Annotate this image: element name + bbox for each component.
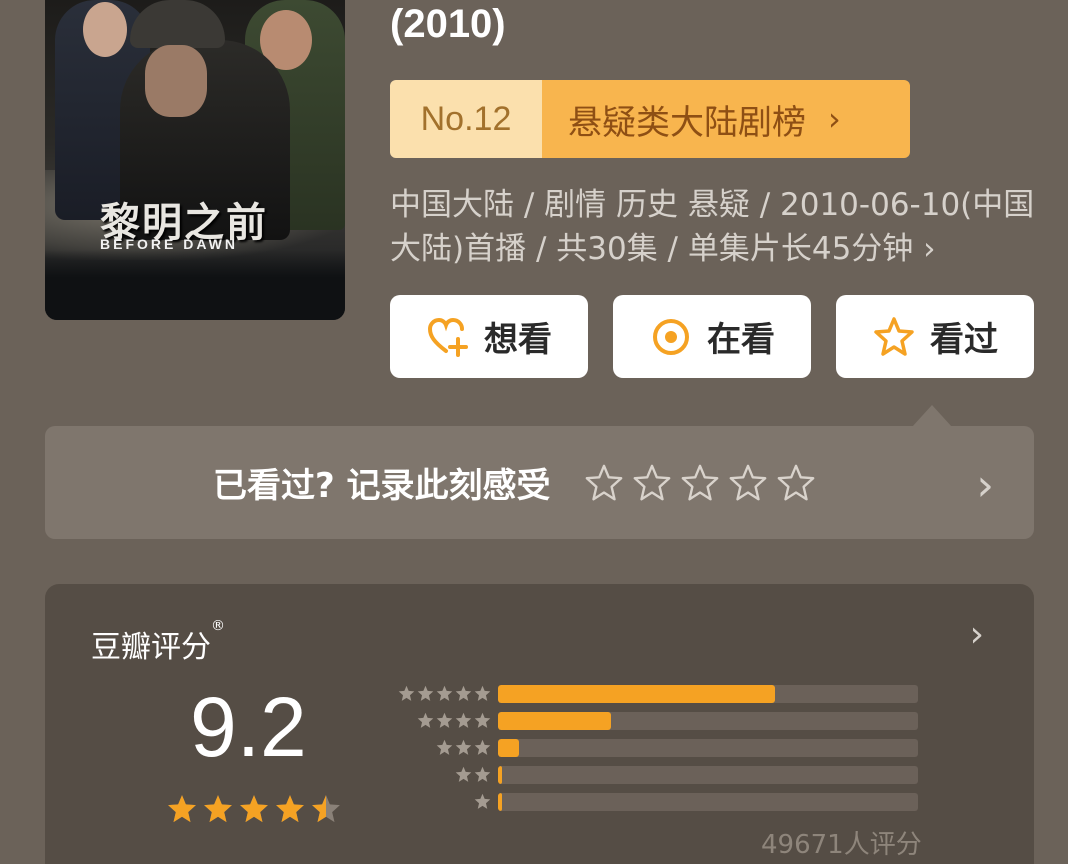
rating-count: 49671人评分 bbox=[761, 830, 922, 860]
star-filled-icon bbox=[417, 712, 434, 728]
poster-hat bbox=[130, 0, 225, 48]
star-outline-icon[interactable] bbox=[631, 462, 673, 504]
star-outline-icon[interactable] bbox=[775, 462, 817, 504]
rating-input-stars[interactable] bbox=[583, 462, 817, 504]
want-to-watch-label: 想看 bbox=[484, 320, 552, 360]
star-outline-icon bbox=[874, 316, 914, 356]
distribution-bar-fill bbox=[498, 765, 503, 784]
star-half-icon bbox=[312, 795, 340, 823]
star-filled-icon bbox=[240, 795, 268, 823]
star-filled-icon bbox=[474, 793, 491, 809]
distribution-row-stars bbox=[380, 711, 492, 730]
distribution-bar-track bbox=[498, 684, 918, 703]
distribution-row-stars bbox=[380, 765, 492, 784]
distribution-row-2-star bbox=[380, 765, 918, 784]
rating-score: 9.2 bbox=[190, 680, 307, 774]
star-filled-icon bbox=[474, 766, 491, 782]
poster-subtitle: BEFORE DAWN bbox=[100, 236, 238, 252]
star-filled-icon bbox=[398, 685, 415, 701]
distribution-bar-track bbox=[498, 738, 918, 757]
star-outline-icon[interactable] bbox=[583, 462, 625, 504]
star-filled-icon bbox=[417, 685, 434, 701]
watching-button[interactable]: 在看 bbox=[613, 295, 811, 378]
watched-button[interactable]: 看过 bbox=[836, 295, 1034, 378]
rating-card-title: 豆瓣评分® bbox=[91, 618, 225, 666]
rating-stars bbox=[165, 792, 343, 826]
record-feeling-text: 已看过? 记录此刻感受 bbox=[213, 466, 551, 506]
star-filled-icon bbox=[474, 712, 491, 728]
distribution-bar-track bbox=[498, 711, 918, 730]
distribution-bar-fill bbox=[498, 738, 519, 757]
distribution-row-4-star bbox=[380, 711, 918, 730]
distribution-bar-track bbox=[498, 792, 918, 811]
distribution-row-stars bbox=[380, 684, 492, 703]
distribution-row-1-star bbox=[380, 792, 918, 811]
ranking-number: No.12 bbox=[390, 80, 542, 158]
chevron-right-icon[interactable]: › bbox=[970, 614, 984, 655]
distribution-row-stars bbox=[380, 738, 492, 757]
target-icon bbox=[653, 318, 689, 355]
distribution-row-stars bbox=[380, 792, 492, 811]
star-filled-icon bbox=[276, 795, 304, 823]
record-feeling-bar[interactable]: 已看过? 记录此刻感受 › bbox=[45, 426, 1034, 539]
want-to-watch-button[interactable]: 想看 bbox=[390, 295, 588, 378]
star-filled-icon bbox=[474, 685, 491, 701]
heart-plus-icon bbox=[427, 317, 468, 357]
watching-label: 在看 bbox=[707, 320, 775, 360]
douban-rating-card[interactable]: 豆瓣评分® › 9.2 49671人评分 bbox=[45, 584, 1034, 864]
star-filled-icon bbox=[204, 795, 232, 823]
popover-pointer bbox=[912, 405, 952, 427]
chevron-right-icon: › bbox=[828, 100, 841, 138]
chevron-right-icon: › bbox=[976, 460, 994, 511]
distribution-row-3-star bbox=[380, 738, 918, 757]
star-filled-icon bbox=[474, 739, 491, 755]
poster-face-woman bbox=[83, 2, 127, 57]
distribution-row-5-star bbox=[380, 684, 918, 703]
distribution-bar-fill bbox=[498, 711, 612, 730]
poster-skyline bbox=[45, 250, 345, 320]
star-filled-icon bbox=[455, 766, 472, 782]
star-filled-icon bbox=[455, 739, 472, 755]
rating-title-label: 豆瓣评分 bbox=[91, 630, 211, 665]
star-filled-icon bbox=[436, 739, 453, 755]
star-filled-icon bbox=[436, 685, 453, 701]
distribution-bar-fill bbox=[498, 792, 503, 811]
ranking-badge[interactable]: No.12 悬疑类大陆剧榜 › bbox=[390, 80, 910, 158]
poster-face-man bbox=[145, 45, 207, 117]
ranking-list: 悬疑类大陆剧榜 › bbox=[542, 80, 910, 158]
distribution-bar-fill bbox=[498, 684, 776, 703]
star-filled-icon bbox=[436, 712, 453, 728]
distribution-bar-track bbox=[498, 765, 918, 784]
registered-mark: ® bbox=[211, 618, 225, 634]
star-outline-icon[interactable] bbox=[727, 462, 769, 504]
star-filled-icon bbox=[168, 795, 196, 823]
poster-image[interactable]: 黎明之前 BEFORE DAWN bbox=[45, 0, 345, 320]
star-filled-icon bbox=[455, 685, 472, 701]
release-year: (2010) bbox=[390, 2, 506, 46]
ranking-list-label: 悬疑类大陆剧榜 bbox=[568, 102, 806, 143]
watched-label: 看过 bbox=[930, 320, 998, 360]
star-outline-icon[interactable] bbox=[679, 462, 721, 504]
star-filled-icon bbox=[455, 712, 472, 728]
show-meta-info[interactable]: 中国大陆 / 剧情 历史 悬疑 / 2010-06-10(中国大陆)首播 / 共… bbox=[390, 183, 1040, 271]
